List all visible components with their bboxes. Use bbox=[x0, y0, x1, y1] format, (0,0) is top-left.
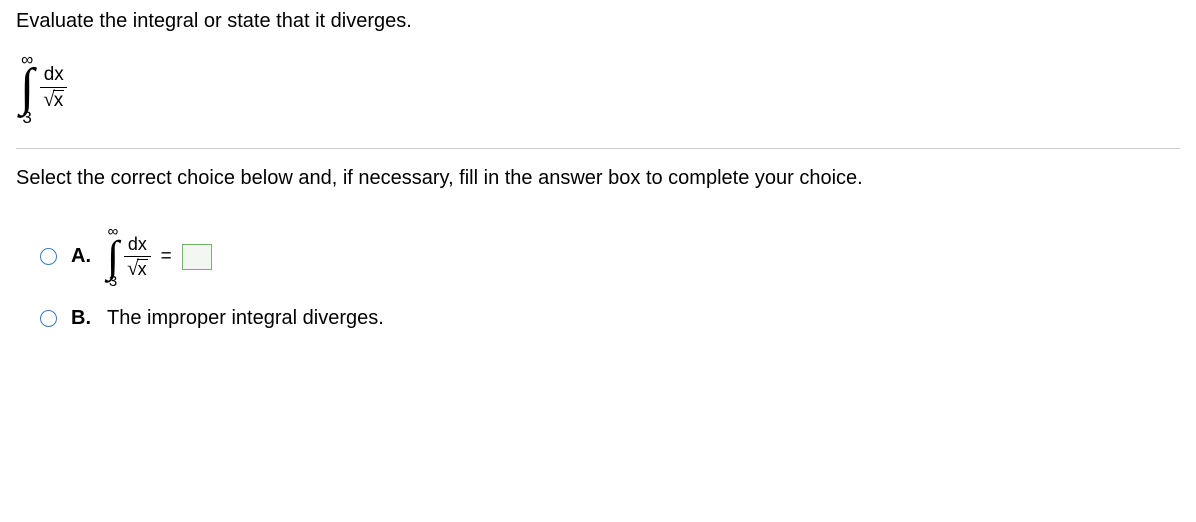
fraction-numerator: dx bbox=[41, 64, 67, 87]
choice-a-integral-symbol: ∫ bbox=[107, 237, 119, 277]
equals-sign: = bbox=[161, 246, 172, 268]
instruction-text: Select the correct choice below and, if … bbox=[16, 167, 1180, 190]
choice-a-lower-bound: 3 bbox=[109, 274, 117, 289]
integral-expression: ∞ ∫ 3 dx √ x bbox=[20, 51, 1180, 126]
choice-a-fraction: dx √ x bbox=[124, 234, 151, 280]
choice-a-label: A. bbox=[71, 245, 93, 268]
choice-a-denominator: √ x bbox=[124, 257, 151, 280]
integral-symbol: ∫ bbox=[20, 65, 34, 112]
integrand-fraction: dx √ x bbox=[40, 64, 67, 112]
radio-choice-a[interactable] bbox=[40, 248, 57, 265]
choice-a-row: A. ∞ ∫ 3 dx √ x = bbox=[40, 224, 1180, 290]
radio-choice-b[interactable] bbox=[40, 310, 57, 327]
integral-lower-bound: 3 bbox=[22, 109, 31, 126]
choice-b-label: B. bbox=[71, 307, 93, 330]
choice-b-text: The improper integral diverges. bbox=[107, 307, 384, 330]
answer-input-box[interactable] bbox=[182, 244, 212, 270]
question-prompt: Evaluate the integral or state that it d… bbox=[16, 10, 1180, 33]
section-divider bbox=[16, 148, 1180, 149]
choice-a-content: ∞ ∫ 3 dx √ x = bbox=[107, 224, 212, 290]
fraction-denominator: √ x bbox=[40, 88, 67, 112]
choice-a-sqrt-radicand: x bbox=[137, 259, 148, 280]
sqrt-radicand: x bbox=[53, 90, 65, 112]
choice-a-numerator: dx bbox=[125, 234, 150, 256]
choice-b-row: B. The improper integral diverges. bbox=[40, 307, 1180, 330]
